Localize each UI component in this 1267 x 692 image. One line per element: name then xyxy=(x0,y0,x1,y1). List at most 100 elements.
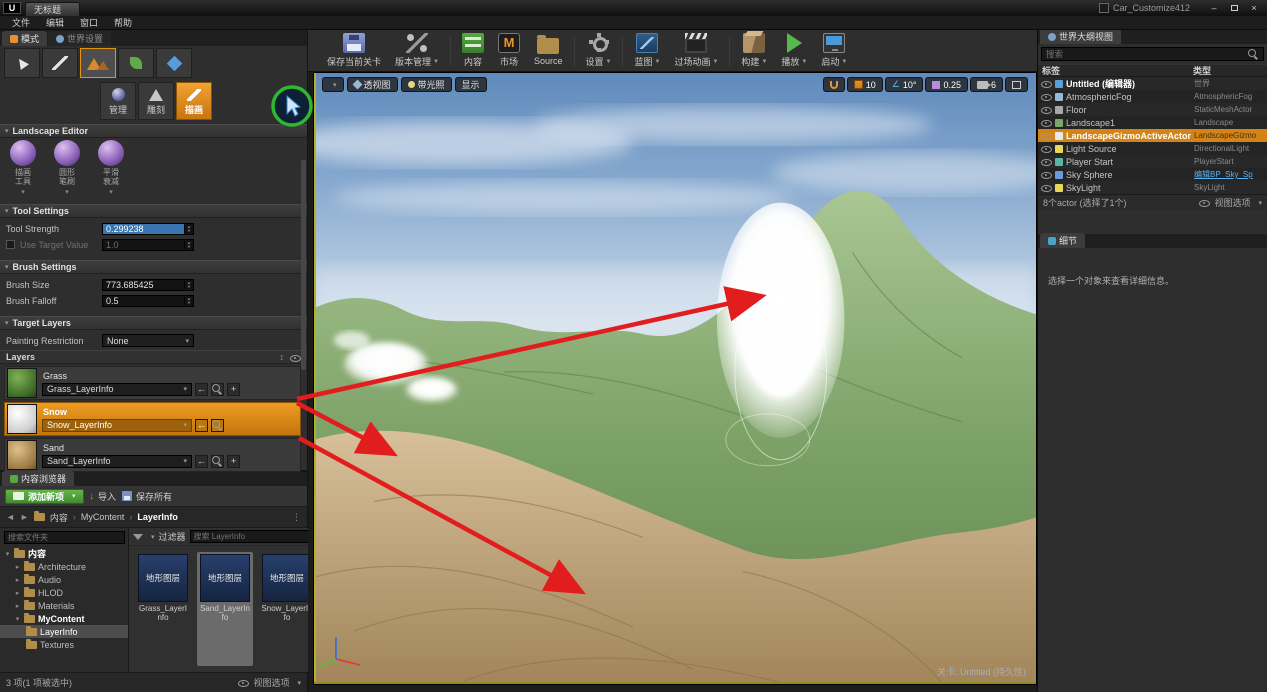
layers-subheader[interactable]: Layers ↕ xyxy=(0,350,307,364)
launch-button[interactable]: 启动 ▼ xyxy=(814,31,854,71)
tab-details[interactable]: 细节 xyxy=(1040,233,1086,248)
filter-funnel-icon[interactable] xyxy=(133,533,143,540)
show-button[interactable]: 显示 xyxy=(454,77,487,92)
manage-mode-button[interactable]: 管理 xyxy=(100,82,136,120)
browse-layerinfo-button[interactable] xyxy=(211,454,224,468)
save-all-button[interactable]: 保存所有 xyxy=(122,490,172,503)
outliner-search[interactable] xyxy=(1041,47,1264,61)
spinner-arrows-icon[interactable]: ▲ ▼ xyxy=(184,280,193,289)
tree-item-audio[interactable]: ▸ Audio xyxy=(0,573,128,586)
snow-layerinfo-select[interactable]: Snow_LayerInfo ▾ xyxy=(42,418,192,432)
tab-content-browser[interactable]: 内容浏览器 xyxy=(2,471,75,486)
expand-arrow-icon[interactable]: ▸ xyxy=(14,589,21,597)
camera-speed-button[interactable]: 6 xyxy=(969,77,1003,92)
outliner-view-options-button[interactable]: 视图选项 ▾ xyxy=(1199,196,1262,209)
layer-row-grass[interactable]: Grass Grass_LayerInfo ▾ ← + xyxy=(4,366,301,400)
create-layerinfo-button[interactable]: + xyxy=(227,454,240,468)
mode-foliage-button[interactable] xyxy=(118,48,154,78)
expand-arrow-icon[interactable]: ▾ xyxy=(14,615,21,623)
visibility-eye-icon[interactable] xyxy=(1041,131,1052,140)
target-value-input[interactable]: 1.0 ▲ ▼ xyxy=(102,238,194,251)
minimize-button[interactable]: – xyxy=(1204,2,1224,15)
visibility-eye-icon[interactable] xyxy=(1041,170,1052,179)
assign-layerinfo-button[interactable]: ← xyxy=(195,418,208,432)
marketplace-button[interactable]: 市场 xyxy=(491,31,527,71)
asset-grass-layerinfo[interactable]: 地形图层 Grass_LayerInfo xyxy=(135,552,191,666)
actor-row-playerstart[interactable]: Player Start PlayerStart xyxy=(1038,155,1267,168)
sculpt-mode-button[interactable]: 雕刻 xyxy=(138,82,174,120)
paint-tool-selector[interactable]: 描画 工具 ▾ xyxy=(10,140,36,196)
actor-row-landscape1[interactable]: Landscape1 Landscape xyxy=(1038,116,1267,129)
blueprints-button[interactable]: 蓝图 ▼ xyxy=(627,31,667,71)
browse-layerinfo-button[interactable] xyxy=(211,418,224,432)
lit-mode-button[interactable]: 带光照 xyxy=(400,77,452,92)
grass-layerinfo-select[interactable]: Grass_LayerInfo ▾ xyxy=(42,382,192,396)
visibility-eye-icon[interactable] xyxy=(1041,157,1052,166)
label-column-header[interactable]: 标签 xyxy=(1042,64,1060,77)
breadcrumb-root[interactable]: 内容 xyxy=(50,511,68,524)
tab-world-settings[interactable]: 世界设置 xyxy=(48,31,112,46)
sand-layerinfo-select[interactable]: Sand_LayerInfo ▾ xyxy=(42,454,192,468)
expand-arrow-icon[interactable]: ▸ xyxy=(14,563,21,571)
brush-settings-header[interactable]: ▾ Brush Settings xyxy=(0,260,307,274)
spinner-arrows-icon[interactable]: ▲ ▼ xyxy=(184,224,193,233)
asset-sand-layerinfo[interactable]: 地形图层 Sand_LayerInfo xyxy=(197,552,253,666)
browse-layerinfo-button[interactable] xyxy=(211,382,224,396)
expand-arrow-icon[interactable]: ▸ xyxy=(14,602,21,610)
tab-world-outliner[interactable]: 世界大纲视图 xyxy=(1040,29,1122,44)
play-button[interactable]: 播放 ▼ xyxy=(774,31,814,71)
surface-snap-button[interactable] xyxy=(822,77,845,92)
visibility-eye-icon[interactable] xyxy=(1041,144,1052,153)
viewport[interactable]: ▾ 透视图 带光照 显示 10 ∠ 10° 0.25 6 关卡: Untitle… xyxy=(313,72,1037,685)
build-button[interactable]: 构建 ▼ xyxy=(734,31,774,71)
actor-row-floor[interactable]: Floor StaticMeshActor xyxy=(1038,103,1267,116)
rotation-snap-button[interactable]: ∠ 10° xyxy=(884,77,924,92)
menu-edit[interactable]: 编辑 xyxy=(38,16,72,29)
close-button[interactable]: × xyxy=(1244,2,1264,15)
tree-item-layerinfo[interactable]: LayerInfo xyxy=(0,625,128,638)
brush-falloff-input[interactable]: 0.5 ▲ ▼ xyxy=(102,294,194,307)
save-current-level-button[interactable]: 保存当前关卡 xyxy=(320,31,388,71)
painting-restriction-select[interactable]: None ▾ xyxy=(102,334,194,347)
breadcrumb-current[interactable]: LayerInfo xyxy=(137,512,178,522)
layer-row-sand[interactable]: Sand Sand_LayerInfo ▾ ← + xyxy=(4,438,301,472)
maximize-viewport-button[interactable] xyxy=(1005,77,1028,92)
tool-strength-input[interactable]: 0.299238 ▲ ▼ xyxy=(102,222,194,235)
expand-arrow-icon[interactable]: ▸ xyxy=(14,576,21,584)
sort-layers-icon[interactable]: ↕ xyxy=(280,352,285,362)
menu-file[interactable]: 文件 xyxy=(4,16,38,29)
tab-modes[interactable]: 模式 xyxy=(2,31,48,46)
menu-help[interactable]: 帮助 xyxy=(106,16,140,29)
mode-place-button[interactable] xyxy=(4,48,40,78)
tree-item-hlod[interactable]: ▸ HLOD xyxy=(0,586,128,599)
viewport-3d-scene[interactable] xyxy=(314,73,1036,684)
tool-settings-header[interactable]: ▾ Tool Settings xyxy=(0,204,307,218)
actor-row-landscapegizmo[interactable]: LandscapeGizmoActiveActor LandscapeGizmo xyxy=(1038,129,1267,142)
expand-arrow-icon[interactable]: ▾ xyxy=(4,550,11,558)
asset-search-input[interactable] xyxy=(189,530,317,543)
tree-item-content[interactable]: ▾ 内容 xyxy=(0,547,128,560)
folder-search-input[interactable] xyxy=(4,531,125,544)
actor-row-atmosphericfog[interactable]: AtmosphericFog AtmosphericFog xyxy=(1038,90,1267,103)
actor-row-skylight[interactable]: SkyLight SkyLight xyxy=(1038,181,1267,194)
viewport-options-button[interactable]: ▾ xyxy=(322,77,344,92)
maximize-button[interactable] xyxy=(1224,2,1244,15)
tree-item-mycontent[interactable]: ▾ MyContent xyxy=(0,612,128,625)
type-column-header[interactable]: 类型 xyxy=(1193,64,1263,77)
view-options-button[interactable]: 视图选项 ▾ xyxy=(238,676,301,689)
tree-item-materials[interactable]: ▸ Materials xyxy=(0,599,128,612)
tree-item-textures[interactable]: Textures xyxy=(0,638,128,651)
visibility-eye-icon[interactable] xyxy=(1041,79,1052,88)
forward-icon[interactable]: ► xyxy=(20,512,29,522)
visibility-eye-icon[interactable] xyxy=(1041,183,1052,192)
assign-layerinfo-button[interactable]: ← xyxy=(195,454,208,468)
modes-panel-scrollbar[interactable] xyxy=(301,160,306,370)
spinner-arrows-icon[interactable]: ▲ ▼ xyxy=(184,240,193,249)
menu-window[interactable]: 窗口 xyxy=(72,16,106,29)
outliner-search-input[interactable] xyxy=(1046,49,1245,59)
actor-row-lightsource[interactable]: Light Source DirectionalLight xyxy=(1038,142,1267,155)
brush-size-input[interactable]: 773.685425 ▲ ▼ xyxy=(102,278,194,291)
edit-blueprint-link[interactable]: 编辑BP_Sky_Sp xyxy=(1194,169,1264,180)
visibility-eye-icon[interactable] xyxy=(1041,118,1052,127)
perspective-button[interactable]: 透视图 xyxy=(346,77,398,92)
